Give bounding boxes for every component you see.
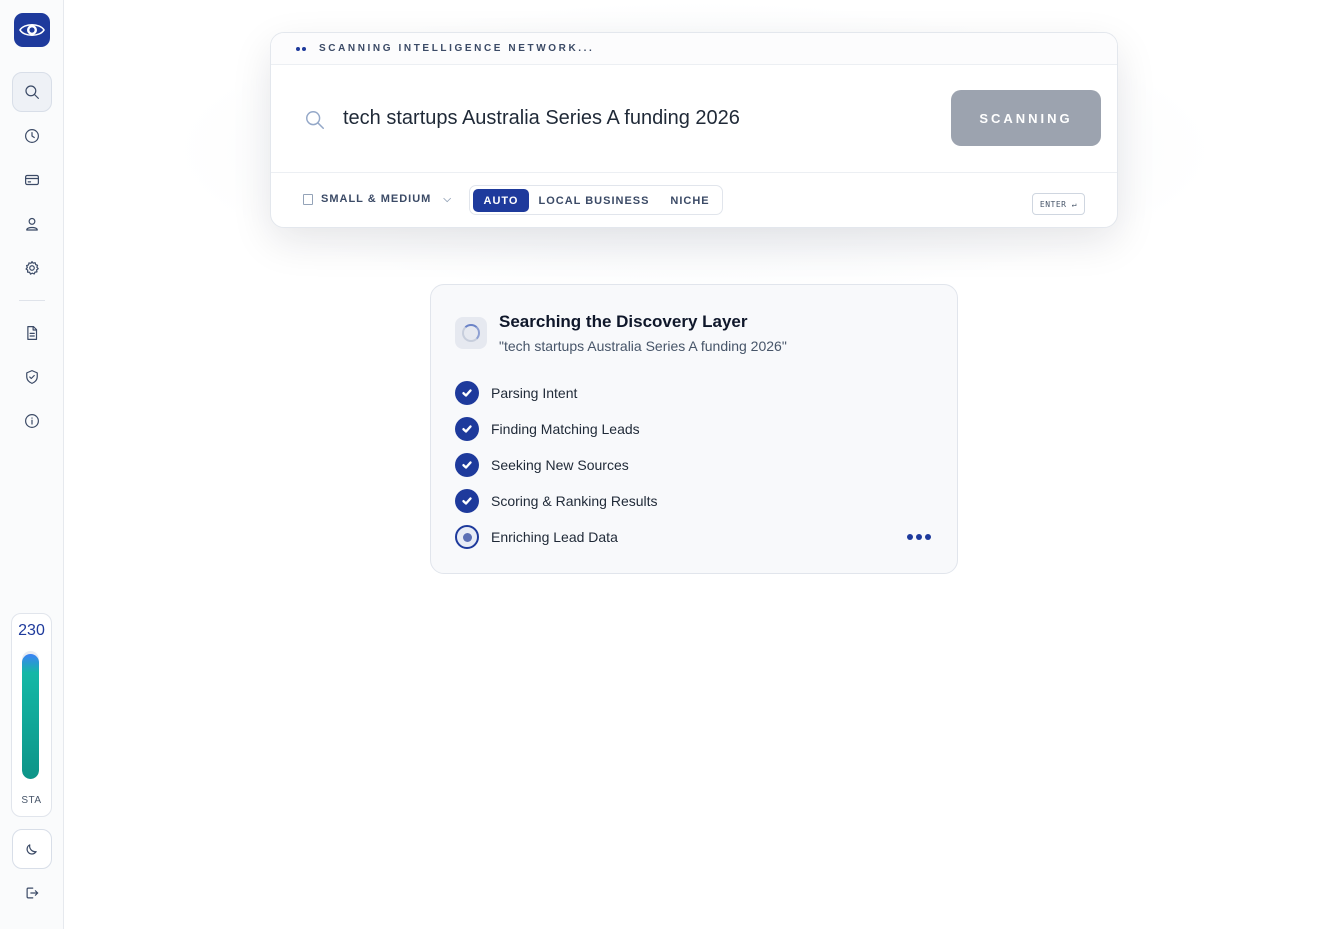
search-card: SCANNING INTELLIGENCE NETWORK... tech st… — [270, 32, 1118, 228]
eye-icon — [19, 23, 45, 37]
document-icon — [27, 326, 38, 340]
nav-security[interactable] — [12, 357, 52, 397]
nav-info[interactable] — [12, 401, 52, 441]
credits-bar — [22, 651, 39, 779]
nav-documents[interactable] — [12, 313, 52, 353]
search-mode-tabs: AUTO LOCAL BUSINESS NICHE — [469, 185, 723, 215]
nav-billing[interactable] — [12, 160, 52, 200]
shield-check-icon — [26, 370, 38, 384]
step-label: Parsing Intent — [491, 385, 578, 401]
step-label: Scoring & Ranking Results — [491, 493, 658, 509]
credit-card-icon — [25, 174, 39, 186]
nav-search[interactable] — [12, 72, 52, 112]
step-label: Finding Matching Leads — [491, 421, 640, 437]
search-query-row: tech startups Australia Series A funding… — [271, 65, 1117, 173]
chevron-down-icon: ⌵ — [443, 193, 452, 205]
app-logo[interactable] — [14, 13, 50, 47]
search-input[interactable]: tech startups Australia Series A funding… — [343, 107, 740, 130]
check-icon — [455, 381, 479, 405]
progress-title: Searching the Discovery Layer — [499, 312, 748, 331]
progress-step-active: Enriching Lead Data — [455, 525, 618, 549]
nav-history[interactable] — [12, 116, 52, 156]
progress-step: Scoring & Ranking Results — [455, 489, 658, 513]
credits-label: STA — [21, 795, 42, 806]
credits-count: 230 — [18, 622, 45, 639]
company-size-select[interactable]: SMALL & MEDIUM ⌵ — [303, 193, 452, 205]
clock-icon — [25, 129, 39, 143]
info-icon — [25, 414, 39, 428]
progress-step: Parsing Intent — [455, 381, 577, 405]
check-icon — [455, 417, 479, 441]
logout-icon — [26, 887, 39, 899]
search-icon — [25, 85, 39, 99]
sidebar-divider — [19, 300, 45, 301]
progress-step: Seeking New Sources — [455, 453, 629, 477]
company-size-value: SMALL & MEDIUM — [321, 193, 432, 205]
building-icon — [303, 193, 313, 205]
scan-status-bar: SCANNING INTELLIGENCE NETWORK... — [271, 33, 1117, 65]
search-icon — [306, 111, 324, 129]
tab-local-business[interactable]: LOCAL BUSINESS — [534, 189, 654, 212]
user-icon — [26, 217, 38, 231]
logout-button[interactable] — [12, 873, 52, 913]
tab-niche[interactable]: NICHE — [660, 189, 720, 212]
moon-icon — [26, 844, 37, 855]
step-label: Enriching Lead Data — [491, 529, 618, 545]
theme-toggle-button[interactable] — [12, 829, 52, 869]
loading-spinner — [455, 317, 487, 349]
check-icon — [455, 489, 479, 513]
status-dot — [302, 47, 306, 51]
gear-icon — [25, 261, 39, 275]
status-dot — [296, 47, 300, 51]
credits-bar-fill — [22, 653, 39, 779]
sidebar: 230 STA — [0, 0, 64, 929]
nav-settings[interactable] — [12, 248, 52, 288]
loading-dots-icon — [907, 534, 931, 540]
progress-step: Finding Matching Leads — [455, 417, 640, 441]
discovery-progress-card: Searching the Discovery Layer "tech star… — [430, 284, 958, 574]
scanning-button[interactable]: SCANNING — [951, 90, 1101, 146]
tab-auto[interactable]: AUTO — [473, 189, 529, 212]
nav-profile[interactable] — [12, 204, 52, 244]
enter-key-hint: ENTER ↵ — [1032, 193, 1085, 215]
search-options-row: SMALL & MEDIUM ⌵ AUTO LOCAL BUSINESS NIC… — [271, 173, 1117, 227]
progress-query: "tech startups Australia Series A fundin… — [499, 338, 787, 354]
scan-status-text: SCANNING INTELLIGENCE NETWORK... — [319, 43, 595, 54]
in-progress-icon — [455, 525, 479, 549]
step-label: Seeking New Sources — [491, 457, 629, 473]
spinner-icon — [462, 324, 480, 342]
credits-meter: 230 STA — [11, 613, 52, 817]
check-icon — [455, 453, 479, 477]
